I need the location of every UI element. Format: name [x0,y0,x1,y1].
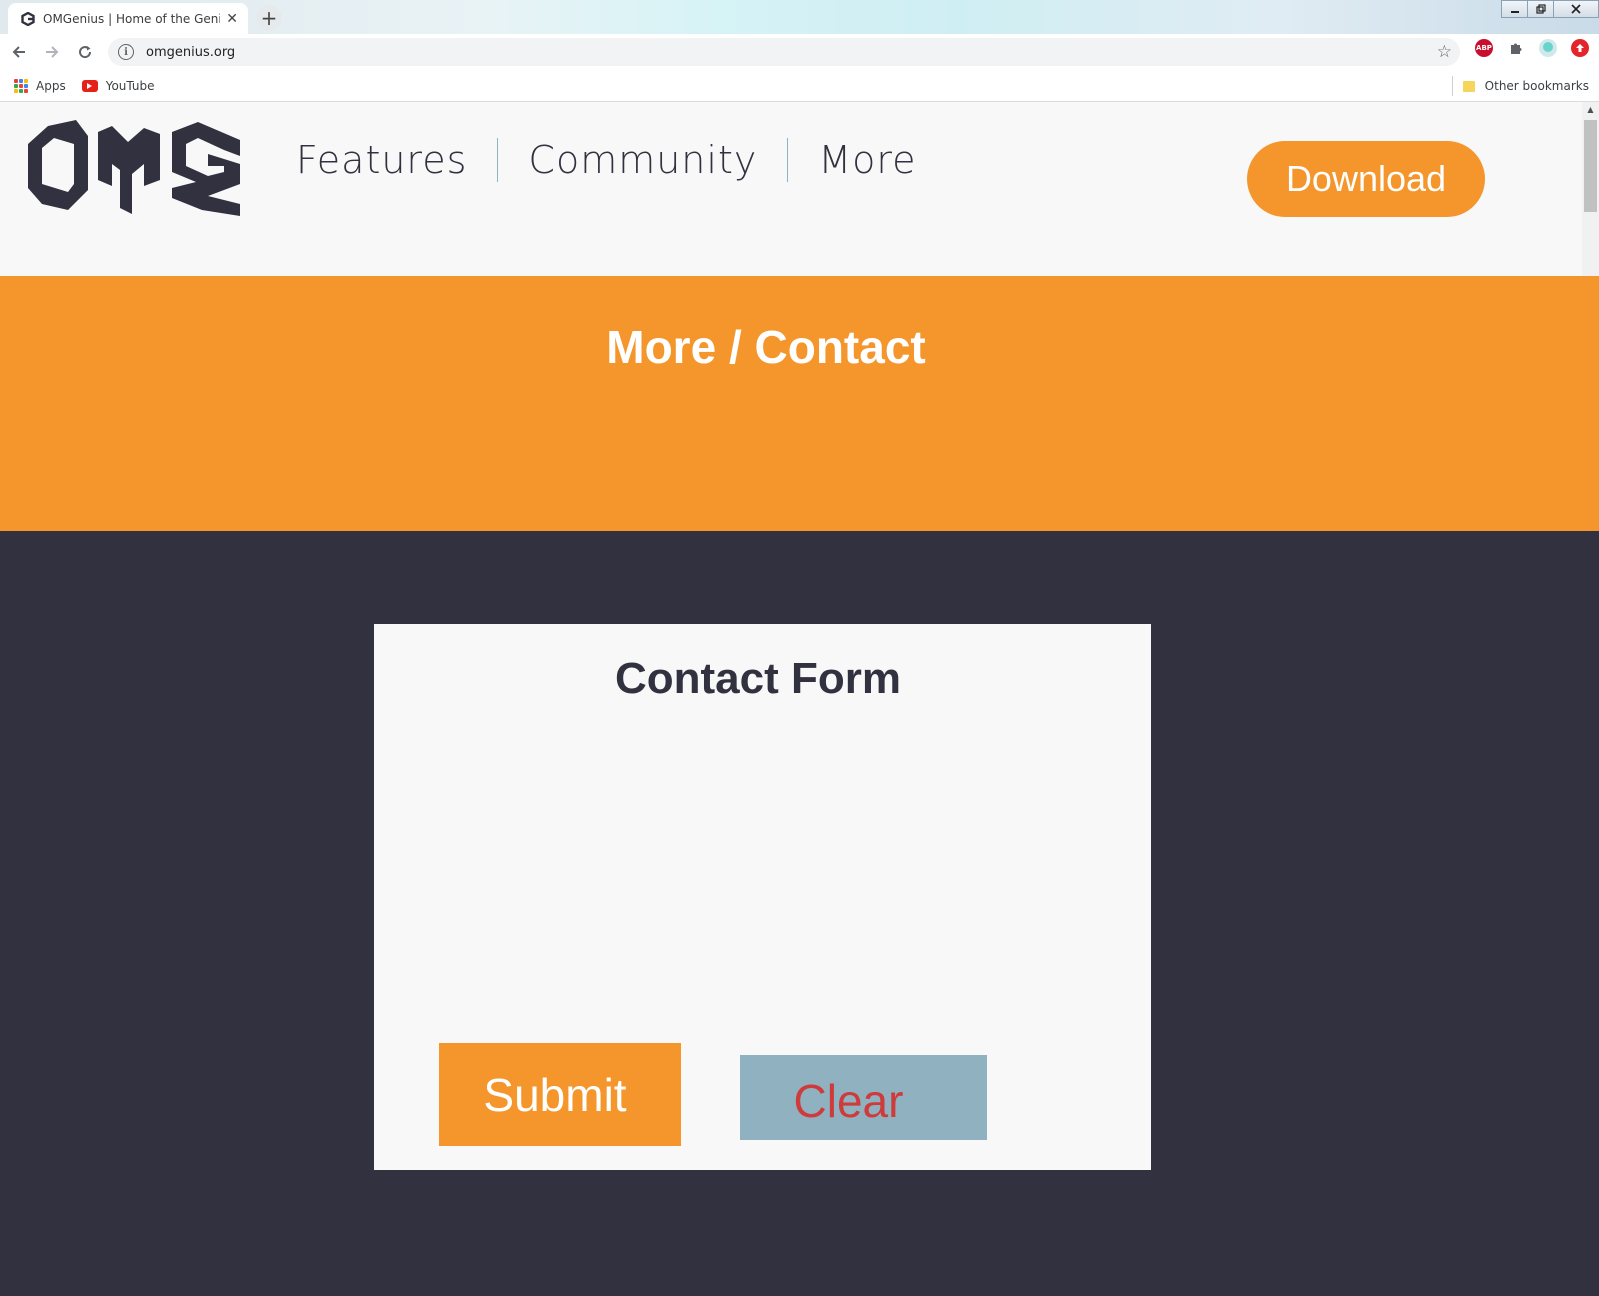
page-banner: More / Contact [0,276,1599,531]
contact-form-card: Contact Form Submit Clear [374,624,1151,1170]
page-scrollbar[interactable]: ▲ [1582,102,1599,276]
apps-grid-icon [14,78,28,93]
bookmark-star-icon[interactable]: ☆ [1437,42,1452,62]
main-nav: Features Community More [296,138,917,182]
bookmarks-divider [1451,76,1453,96]
extension-icons: ABP [1475,39,1589,57]
omg-logo[interactable] [28,120,242,216]
bookmarks-bar: Apps YouTube Other bookmarks [0,70,1599,102]
bookmark-apps[interactable]: Apps [14,78,66,93]
adblock-plus-icon[interactable]: ABP [1475,39,1493,57]
contact-form-title: Contact Form [615,654,901,703]
address-bar[interactable]: i omgenius.org ☆ [108,38,1460,66]
banner-title: More / Contact [606,321,926,373]
close-window-icon[interactable] [1553,0,1599,18]
window-controls [1501,0,1599,18]
scrollbar-thumb[interactable] [1584,120,1597,212]
site-info-icon[interactable]: i [118,44,134,60]
contact-section: Contact Form Submit Clear [0,531,1599,1296]
new-tab-button[interactable]: + [256,5,282,31]
forward-arrow-icon[interactable] [38,38,66,66]
update-upload-icon[interactable] [1571,39,1589,57]
download-button[interactable]: Download [1247,141,1485,217]
submit-button[interactable]: Submit [439,1043,681,1146]
bookmark-youtube[interactable]: YouTube [81,78,155,93]
reload-icon[interactable] [71,38,99,66]
puzzle-extension-icon[interactable] [1507,39,1525,57]
other-bookmarks-label: Other bookmarks [1484,79,1589,93]
url-text[interactable]: omgenius.org [146,45,1437,60]
nav-divider [497,138,499,182]
tab-title: OMGenius | Home of the Genius [43,11,221,26]
page-content: Features Community More Download More / … [0,102,1599,1296]
other-bookmarks[interactable]: Other bookmarks [1451,70,1589,102]
browser-tab[interactable]: OMGenius | Home of the Genius ✕ [8,3,248,34]
youtube-icon [81,79,98,92]
folder-icon [1462,80,1475,92]
clear-button[interactable]: Clear [740,1055,987,1140]
bookmark-label: Apps [36,78,66,93]
tab-close-icon[interactable]: ✕ [226,12,238,26]
restore-icon[interactable] [1527,0,1554,18]
scroll-up-arrow-icon[interactable]: ▲ [1582,102,1599,116]
site-header: Features Community More Download [0,102,1582,276]
browser-toolbar: i omgenius.org ☆ ABP [0,34,1599,70]
profile-avatar-icon[interactable] [1539,39,1557,57]
nav-features[interactable]: Features [296,138,467,182]
back-arrow-icon[interactable] [5,38,33,66]
nav-community[interactable]: Community [528,138,757,182]
nav-divider [787,138,789,182]
browser-tabstrip: OMGenius | Home of the Genius ✕ + [0,0,1599,34]
omgenius-favicon-icon [20,11,36,27]
nav-more[interactable]: More [818,138,916,182]
bookmark-label: YouTube [105,78,155,93]
minimize-icon[interactable] [1501,0,1528,18]
